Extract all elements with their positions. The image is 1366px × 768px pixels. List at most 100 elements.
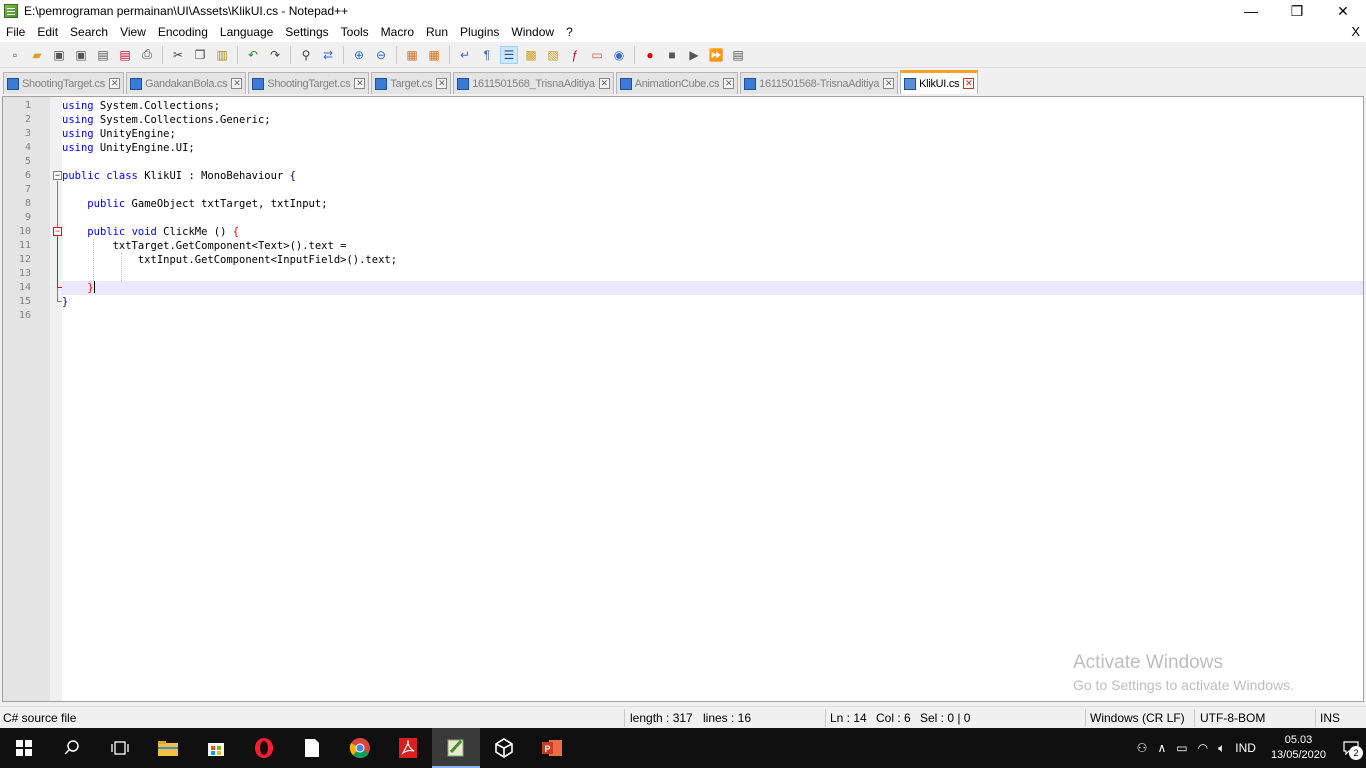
microsoft-store-icon[interactable] bbox=[192, 728, 240, 768]
menu-tools[interactable]: Tools bbox=[335, 22, 375, 42]
menu-window[interactable]: Window bbox=[505, 22, 560, 42]
tab-klikui[interactable]: KlikUI.cs ✕ bbox=[900, 70, 979, 94]
code-text[interactable]: using System.Collections; using System.C… bbox=[62, 97, 1363, 701]
wifi-icon[interactable]: ◠ bbox=[1193, 741, 1213, 755]
print-icon[interactable]: ⎙ bbox=[138, 46, 156, 64]
menu-plugins[interactable]: Plugins bbox=[454, 22, 505, 42]
monitoring-icon[interactable]: ◉ bbox=[610, 46, 628, 64]
menu-edit[interactable]: Edit bbox=[31, 22, 64, 42]
search-icon[interactable] bbox=[48, 728, 96, 768]
toolbar-separator bbox=[162, 45, 163, 64]
svg-text:P: P bbox=[545, 744, 551, 754]
code-line-1: using System.Collections; bbox=[62, 100, 221, 112]
fold-collapse-icon[interactable]: − bbox=[53, 227, 62, 236]
word-wrap-icon[interactable]: ↵ bbox=[456, 46, 474, 64]
redo-icon[interactable]: ↷ bbox=[266, 46, 284, 64]
menu-language[interactable]: Language bbox=[214, 22, 279, 42]
file-icon bbox=[904, 77, 917, 90]
zoom-out-icon[interactable]: ⊖ bbox=[372, 46, 390, 64]
menu-macro[interactable]: Macro bbox=[375, 22, 420, 42]
replace-icon[interactable]: ⇄ bbox=[319, 46, 337, 64]
notepad-plus-plus-taskbar-icon[interactable] bbox=[432, 728, 480, 768]
restore-button[interactable]: ❐ bbox=[1274, 0, 1320, 22]
folder-workspace-icon[interactable]: ▭ bbox=[588, 46, 606, 64]
copy-icon[interactable]: ❐ bbox=[191, 46, 209, 64]
status-eol[interactable]: Windows (CR LF) bbox=[1087, 707, 1185, 729]
powerpoint-icon[interactable]: P bbox=[528, 728, 576, 768]
text-caret bbox=[93, 281, 95, 293]
udl-icon[interactable]: ▩ bbox=[522, 46, 540, 64]
people-icon[interactable]: ⚇ bbox=[1132, 741, 1153, 755]
code-editor[interactable]: 1 2 3 4 5 6 7 8 9 10 11 12 13 14 15 16 −… bbox=[2, 96, 1364, 702]
menu-help[interactable]: ? bbox=[560, 22, 579, 42]
status-encoding[interactable]: UTF-8-BOM bbox=[1197, 707, 1265, 729]
status-column: Col : 6 bbox=[876, 711, 911, 725]
tab-close-icon[interactable]: ✕ bbox=[723, 78, 735, 89]
play-macro-icon[interactable]: ▶ bbox=[685, 46, 703, 64]
run-macro-multiple-icon[interactable]: ⏩ bbox=[707, 46, 725, 64]
chevron-up-icon[interactable]: ∧ bbox=[1152, 741, 1171, 755]
battery-icon[interactable]: ▭ bbox=[1171, 741, 1192, 755]
record-macro-icon[interactable]: ● bbox=[641, 46, 659, 64]
tab-animationcube[interactable]: AnimationCube.cs ✕ bbox=[615, 72, 739, 94]
tab-close-icon[interactable]: ✕ bbox=[354, 78, 366, 89]
cut-icon[interactable]: ✂ bbox=[169, 46, 187, 64]
tab-trisnaaditiya-2[interactable]: 1611501568-TrisnaAditiya ✕ bbox=[740, 72, 899, 94]
zoom-in-icon[interactable]: ⊕ bbox=[350, 46, 368, 64]
menu-run[interactable]: Run bbox=[420, 22, 454, 42]
undo-icon[interactable]: ↶ bbox=[244, 46, 262, 64]
close-document-button[interactable]: X bbox=[1351, 22, 1360, 42]
menu-encoding[interactable]: Encoding bbox=[152, 22, 214, 42]
task-view-icon[interactable] bbox=[96, 728, 144, 768]
chrome-browser-icon[interactable] bbox=[336, 728, 384, 768]
close-window-button[interactable]: ✕ bbox=[1320, 0, 1366, 22]
unity-icon[interactable] bbox=[480, 728, 528, 768]
save-all-icon[interactable]: ▣ bbox=[72, 46, 90, 64]
tab-close-icon[interactable]: ✕ bbox=[108, 78, 120, 89]
input-language[interactable]: IND bbox=[1230, 741, 1261, 755]
paste-icon[interactable]: ▥ bbox=[213, 46, 231, 64]
tab-close-icon[interactable]: ✕ bbox=[598, 78, 610, 89]
opera-browser-icon[interactable] bbox=[240, 728, 288, 768]
save-macro-icon[interactable]: ▤ bbox=[729, 46, 747, 64]
fold-collapse-icon[interactable]: − bbox=[53, 171, 62, 180]
show-all-chars-icon[interactable]: ¶ bbox=[478, 46, 496, 64]
indent-guide-icon[interactable]: ☰ bbox=[500, 45, 518, 64]
file-icon bbox=[7, 77, 19, 90]
stop-macro-icon[interactable]: ■ bbox=[663, 46, 681, 64]
function-list-icon[interactable]: ƒ bbox=[566, 46, 584, 64]
status-insert-mode[interactable]: INS bbox=[1317, 707, 1340, 729]
notification-center-icon[interactable]: 2 bbox=[1336, 728, 1366, 768]
volume-icon[interactable]: 🔈︎ bbox=[1213, 741, 1230, 756]
tab-trisnaaditiya-1[interactable]: 1611501568_TrisnaAditiya ✕ bbox=[453, 72, 614, 94]
tab-shootingtarget-1[interactable]: ShootingTarget.cs ✕ bbox=[3, 72, 124, 94]
file-explorer-icon[interactable] bbox=[144, 728, 192, 768]
tab-shootingtarget-2[interactable]: ShootingTarget.cs ✕ bbox=[248, 72, 370, 94]
find-icon[interactable]: ⚲ bbox=[297, 46, 315, 64]
blank-document-icon[interactable] bbox=[288, 728, 336, 768]
menu-search[interactable]: Search bbox=[64, 22, 114, 42]
menu-file[interactable]: File bbox=[0, 22, 31, 42]
menu-view[interactable]: View bbox=[114, 22, 152, 42]
sync-horizontal-icon[interactable]: ▦ bbox=[425, 46, 443, 64]
open-file-icon[interactable]: ▰ bbox=[28, 46, 46, 64]
tab-close-icon[interactable]: ✕ bbox=[963, 78, 975, 89]
pdf-reader-icon[interactable] bbox=[384, 728, 432, 768]
sync-vertical-icon[interactable]: ▦ bbox=[403, 46, 421, 64]
tab-gandakanbola[interactable]: GandakanBola.cs ✕ bbox=[125, 72, 247, 94]
new-file-icon[interactable]: ▫ bbox=[6, 46, 24, 64]
status-separator bbox=[1315, 709, 1316, 727]
close-icon[interactable]: ▤ bbox=[94, 46, 112, 64]
doc-map-icon[interactable]: ▧ bbox=[544, 46, 562, 64]
windows-start-icon[interactable] bbox=[0, 728, 48, 768]
close-all-icon[interactable]: ▤ bbox=[116, 46, 134, 64]
tab-target[interactable]: Target.cs ✕ bbox=[371, 72, 452, 94]
clock[interactable]: 05.03 13/05/2020 bbox=[1261, 733, 1336, 763]
tab-close-icon[interactable]: ✕ bbox=[436, 78, 448, 89]
menu-settings[interactable]: Settings bbox=[279, 22, 334, 42]
tab-close-icon[interactable]: ✕ bbox=[231, 78, 243, 89]
minimize-button[interactable]: — bbox=[1228, 0, 1274, 22]
tab-close-icon[interactable]: ✕ bbox=[883, 78, 895, 89]
save-icon[interactable]: ▣ bbox=[50, 46, 68, 64]
